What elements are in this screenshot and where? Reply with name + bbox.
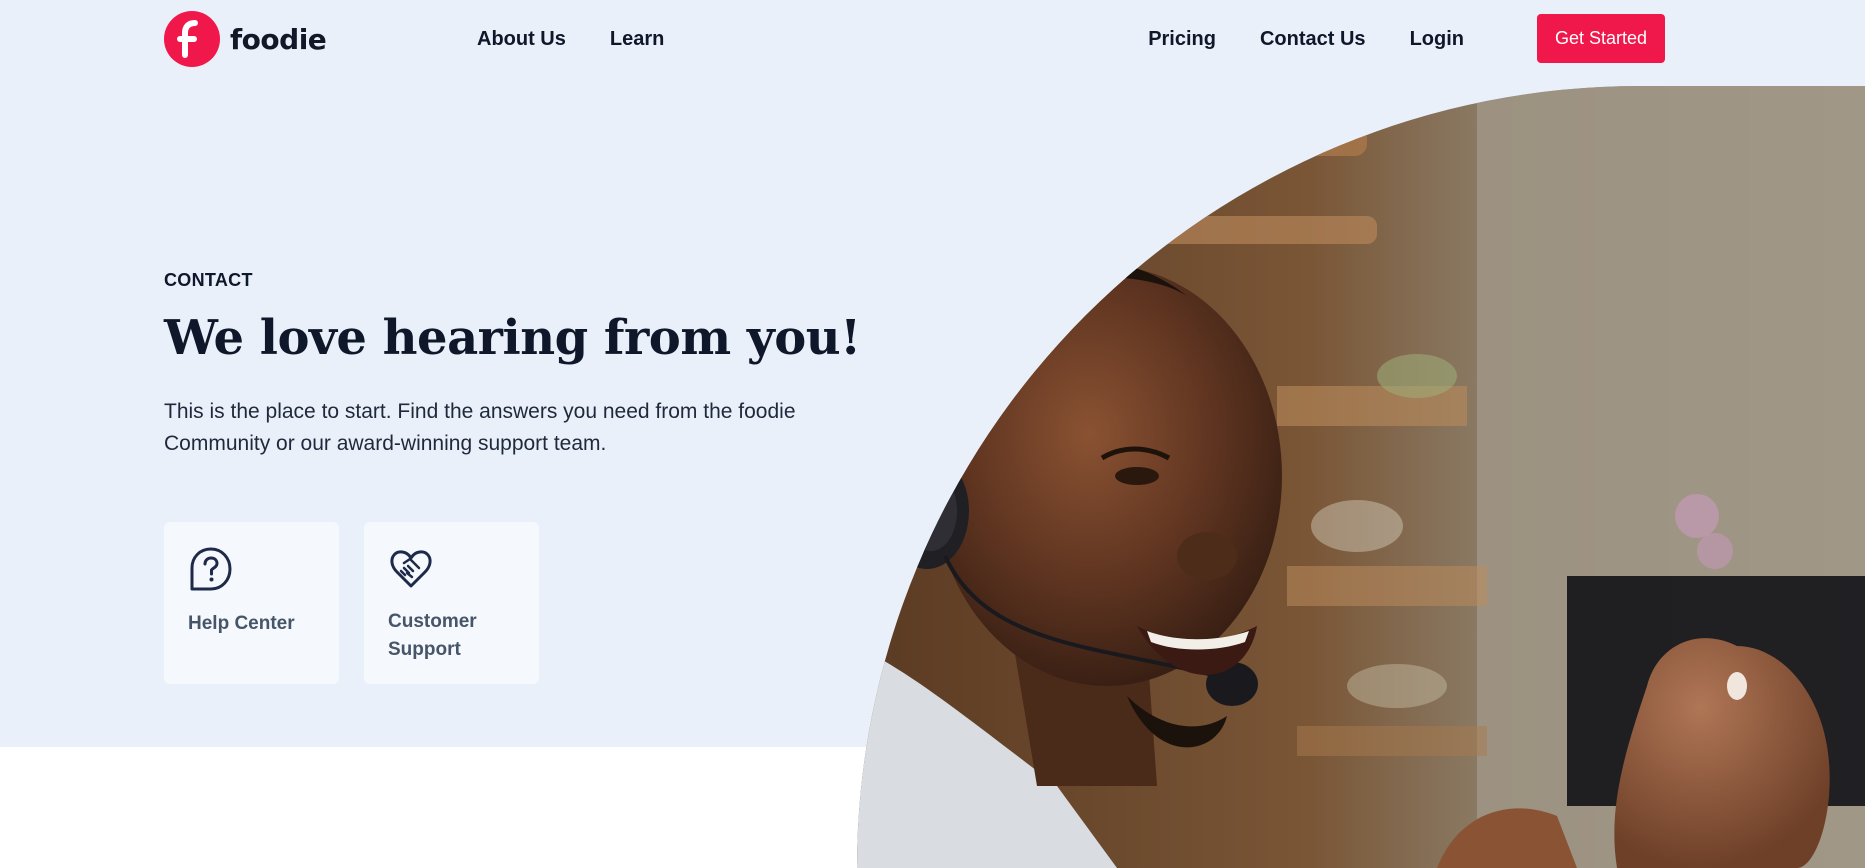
primary-nav: About Us Learn [477, 26, 664, 52]
site-header: foodie About Us Learn Pricing Contact Us… [0, 0, 1865, 78]
nav-contact-us[interactable]: Contact Us [1260, 26, 1366, 52]
page: foodie About Us Learn Pricing Contact Us… [0, 0, 1865, 868]
nav-learn[interactable]: Learn [610, 26, 664, 52]
secondary-nav: Pricing Contact Us Login [1148, 26, 1464, 52]
nav-login[interactable]: Login [1410, 26, 1464, 52]
help-center-label: Help Center [188, 613, 295, 634]
question-bubble-icon [188, 546, 234, 592]
heart-handshake-icon [388, 546, 434, 592]
section-eyebrow: CONTACT [164, 270, 253, 290]
get-started-button[interactable]: Get Started [1537, 14, 1665, 63]
foodie-f-logo-icon [164, 11, 220, 67]
nav-pricing[interactable]: Pricing [1148, 26, 1216, 52]
hero-description: This is the place to start. Find the ans… [164, 400, 796, 455]
customer-support-label: Customer Support [388, 611, 477, 660]
brand-name: foodie [230, 22, 327, 56]
customer-support-card[interactable]: Customer Support [364, 522, 539, 684]
page-title: We love hearing from you! [164, 310, 861, 366]
nav-about-us[interactable]: About Us [477, 26, 566, 52]
logo-link[interactable]: foodie [164, 11, 327, 67]
help-center-card[interactable]: Help Center [164, 522, 339, 684]
